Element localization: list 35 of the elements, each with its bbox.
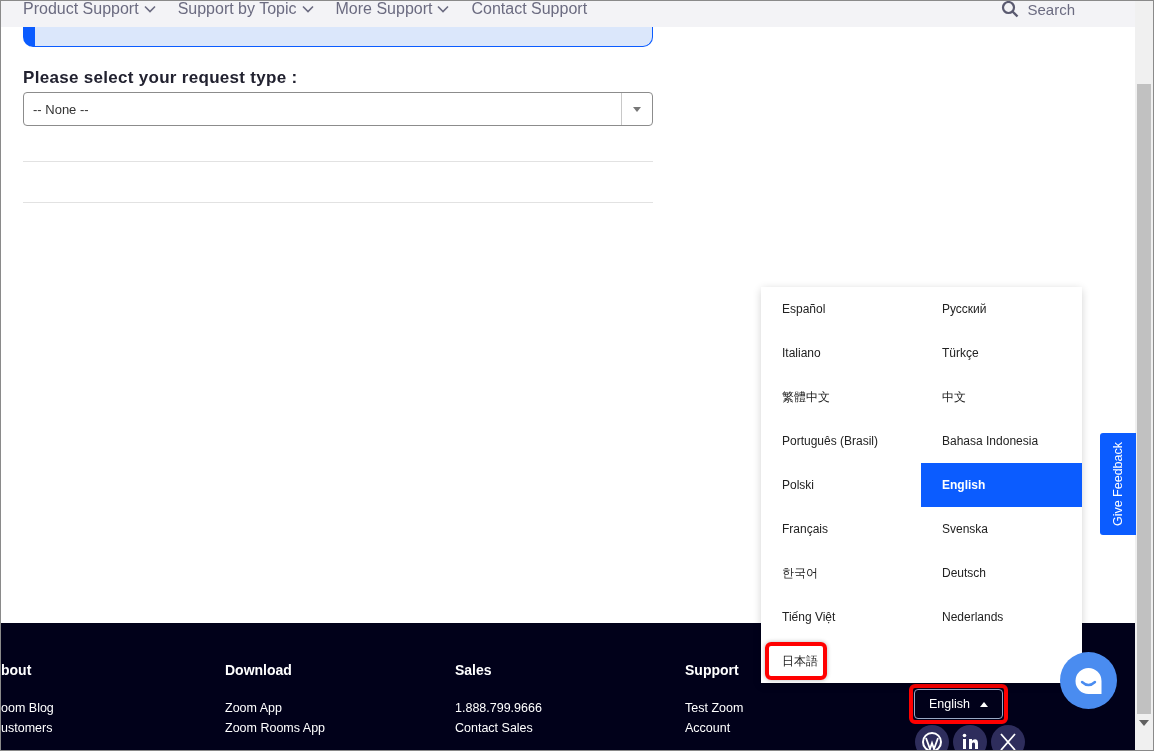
- caret-icon: [633, 106, 641, 112]
- footer-link[interactable]: ustomers: [1, 718, 53, 738]
- footer-link[interactable]: oom Blog: [1, 698, 54, 718]
- feedback-tab[interactable]: Give Feedback: [1100, 433, 1136, 535]
- scroll-down-icon[interactable]: [1139, 720, 1149, 726]
- search-icon: [1001, 1, 1020, 18]
- request-type-select[interactable]: -- None --: [23, 92, 653, 126]
- footer-heading: Download: [225, 662, 293, 678]
- footer-link[interactable]: 1.888.799.9666: [455, 698, 542, 718]
- language-option[interactable]: Русский: [921, 287, 1082, 331]
- nav-menu-item[interactable]: Contact Support: [471, 1, 588, 18]
- footer-link[interactable]: Test Zoom: [685, 698, 744, 718]
- footer-heading: bout: [1, 662, 33, 678]
- footer-heading: Sales: [455, 662, 493, 678]
- nav-menu-item[interactable]: Product Support: [23, 1, 156, 18]
- caret-up-icon: [980, 701, 988, 707]
- scrollbar[interactable]: [1135, 1, 1153, 750]
- footer-link[interactable]: Account: [685, 718, 731, 738]
- wordpress-icon[interactable]: [915, 725, 949, 750]
- x-icon[interactable]: [991, 725, 1025, 750]
- footer-link[interactable]: Zoom Rooms App: [225, 718, 326, 738]
- footer-link[interactable]: Contact Sales: [455, 718, 533, 738]
- scrollbar-thumb[interactable]: [1137, 84, 1151, 714]
- chat-bubble-icon[interactable]: [1060, 652, 1117, 709]
- language-button[interactable]: English: [914, 689, 1003, 719]
- nav-menu-item[interactable]: More Support: [335, 1, 450, 18]
- footer-heading: Support: [685, 662, 740, 678]
- language-option[interactable]: Español: [761, 287, 921, 331]
- form-label: Please select your request type :: [23, 68, 299, 88]
- search-button[interactable]: Search: [1001, 1, 1075, 18]
- language-option[interactable]: English: [921, 463, 1082, 507]
- linkedin-icon[interactable]: [953, 725, 987, 750]
- nav-menu-item[interactable]: Support by Topic: [177, 1, 314, 18]
- footer-link[interactable]: Zoom App: [225, 698, 282, 718]
- language-option[interactable]: 日本語: [765, 642, 827, 680]
